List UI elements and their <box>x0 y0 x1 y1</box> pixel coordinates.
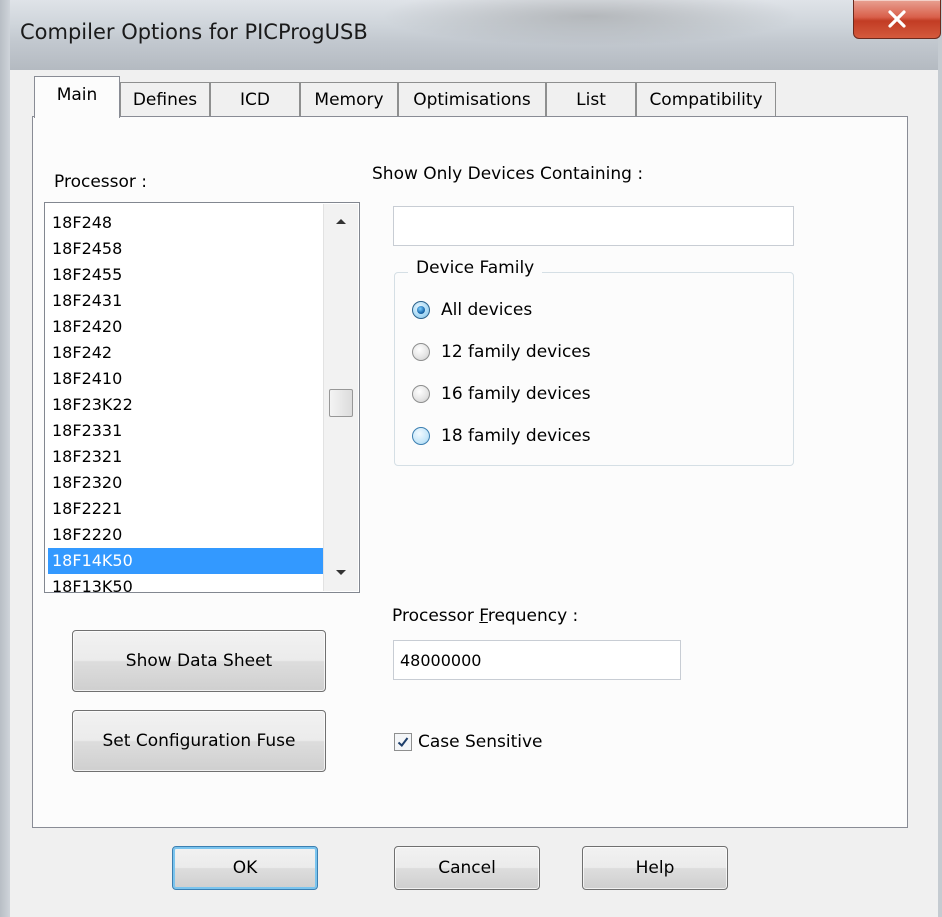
tab-defines[interactable]: Defines <box>120 82 210 116</box>
radio-indicator <box>412 427 430 445</box>
radio-indicator <box>412 385 430 403</box>
processor-label: Processor : <box>54 172 148 192</box>
tab-label: Memory <box>314 90 384 110</box>
radio-12-family[interactable]: 12 family devices <box>412 342 591 362</box>
processor-listbox[interactable]: 18F248 18F2458 18F2455 18F2431 18F2420 18F242… <box>44 202 360 596</box>
radio-label: 18 family devices <box>441 426 591 446</box>
ok-button[interactable]: OK <box>172 846 318 890</box>
tab-label: Optimisations <box>413 90 531 110</box>
frequency-label-text: Processor <box>392 606 480 626</box>
processor-list-item[interactable]: 18F248 <box>48 210 324 236</box>
help-button[interactable]: Help <box>582 846 728 890</box>
tab-optimisations[interactable]: Optimisations <box>398 82 546 116</box>
processor-list-item[interactable]: 18F2220 <box>48 522 324 548</box>
processor-list-item[interactable]: 18F2458 <box>48 236 324 262</box>
processor-list: 18F248 18F2458 18F2455 18F2431 18F2420 18F242… <box>48 210 324 600</box>
processor-scrollbar[interactable] <box>323 204 358 591</box>
processor-list-item[interactable]: 18F13K50 <box>48 574 324 600</box>
tab-icd[interactable]: ICD <box>210 82 300 116</box>
processor-list-item[interactable]: 18F23K22 <box>48 392 324 418</box>
tab-label: Defines <box>132 90 198 110</box>
processor-list-item[interactable]: 18F2221 <box>48 496 324 522</box>
set-configuration-fuse-button[interactable]: Set Configuration Fuse <box>72 710 326 772</box>
show-data-sheet-button[interactable]: Show Data Sheet <box>72 630 326 692</box>
processor-list-item[interactable]: 18F2431 <box>48 288 324 314</box>
frequency-label-accel: F <box>479 606 488 626</box>
radio-16-family[interactable]: 16 family devices <box>412 384 591 404</box>
case-sensitive-checkbox[interactable]: Case Sensitive <box>394 732 543 752</box>
processor-list-item[interactable]: 18F2331 <box>48 418 324 444</box>
tab-main[interactable]: Main <box>34 76 120 118</box>
radio-all-devices[interactable]: All devices <box>412 300 532 320</box>
radio-18-family[interactable]: 18 family devices <box>412 426 591 446</box>
scroll-down-icon <box>336 570 346 575</box>
tab-memory[interactable]: Memory <box>300 82 398 116</box>
radio-indicator <box>412 343 430 361</box>
tab-list[interactable]: List <box>546 82 636 116</box>
frequency-input[interactable] <box>393 640 681 680</box>
processor-list-item[interactable]: 18F2455 <box>48 262 324 288</box>
processor-list-item[interactable]: 18F2321 <box>48 444 324 470</box>
title-bar-blur <box>380 0 800 46</box>
filter-input[interactable] <box>393 206 794 246</box>
radio-label: All devices <box>441 300 533 320</box>
frequency-label-text: requency : <box>487 606 579 626</box>
scroll-down-button[interactable] <box>324 556 358 590</box>
window-title: Compiler Options for PICProgUSB <box>20 20 368 44</box>
cancel-button[interactable]: Cancel <box>394 846 540 890</box>
device-family-legend: Device Family <box>408 258 543 278</box>
checkbox-indicator <box>394 733 412 751</box>
processor-list-item[interactable]: 18F2410 <box>48 366 324 392</box>
frequency-label: Processor Frequency : <box>392 606 578 626</box>
checkmark-icon <box>397 737 409 747</box>
scroll-up-icon <box>336 219 346 224</box>
processor-list-item[interactable]: 18F2320 <box>48 470 324 496</box>
scroll-thumb[interactable] <box>329 389 353 417</box>
radio-label: 16 family devices <box>441 384 591 404</box>
window-frame-left <box>0 0 10 917</box>
tab-label: Compatibility <box>649 90 763 110</box>
scroll-up-button[interactable] <box>324 204 358 238</box>
radio-indicator <box>412 301 430 319</box>
window-frame-right <box>938 0 942 917</box>
case-sensitive-label: Case Sensitive <box>418 732 543 752</box>
processor-list-item[interactable]: 18F242 <box>48 340 324 366</box>
tab-compatibility[interactable]: Compatibility <box>636 82 776 116</box>
tab-label: Main <box>56 85 98 105</box>
radio-label: 12 family devices <box>441 342 591 362</box>
close-icon <box>888 10 906 28</box>
filter-label: Show Only Devices Containing : <box>372 164 644 184</box>
tab-label: ICD <box>240 90 270 110</box>
processor-list-item[interactable]: 18F14K50 <box>48 548 324 574</box>
processor-list-item[interactable]: 18F2420 <box>48 314 324 340</box>
tab-label: List <box>576 90 606 110</box>
close-button[interactable] <box>853 0 941 39</box>
